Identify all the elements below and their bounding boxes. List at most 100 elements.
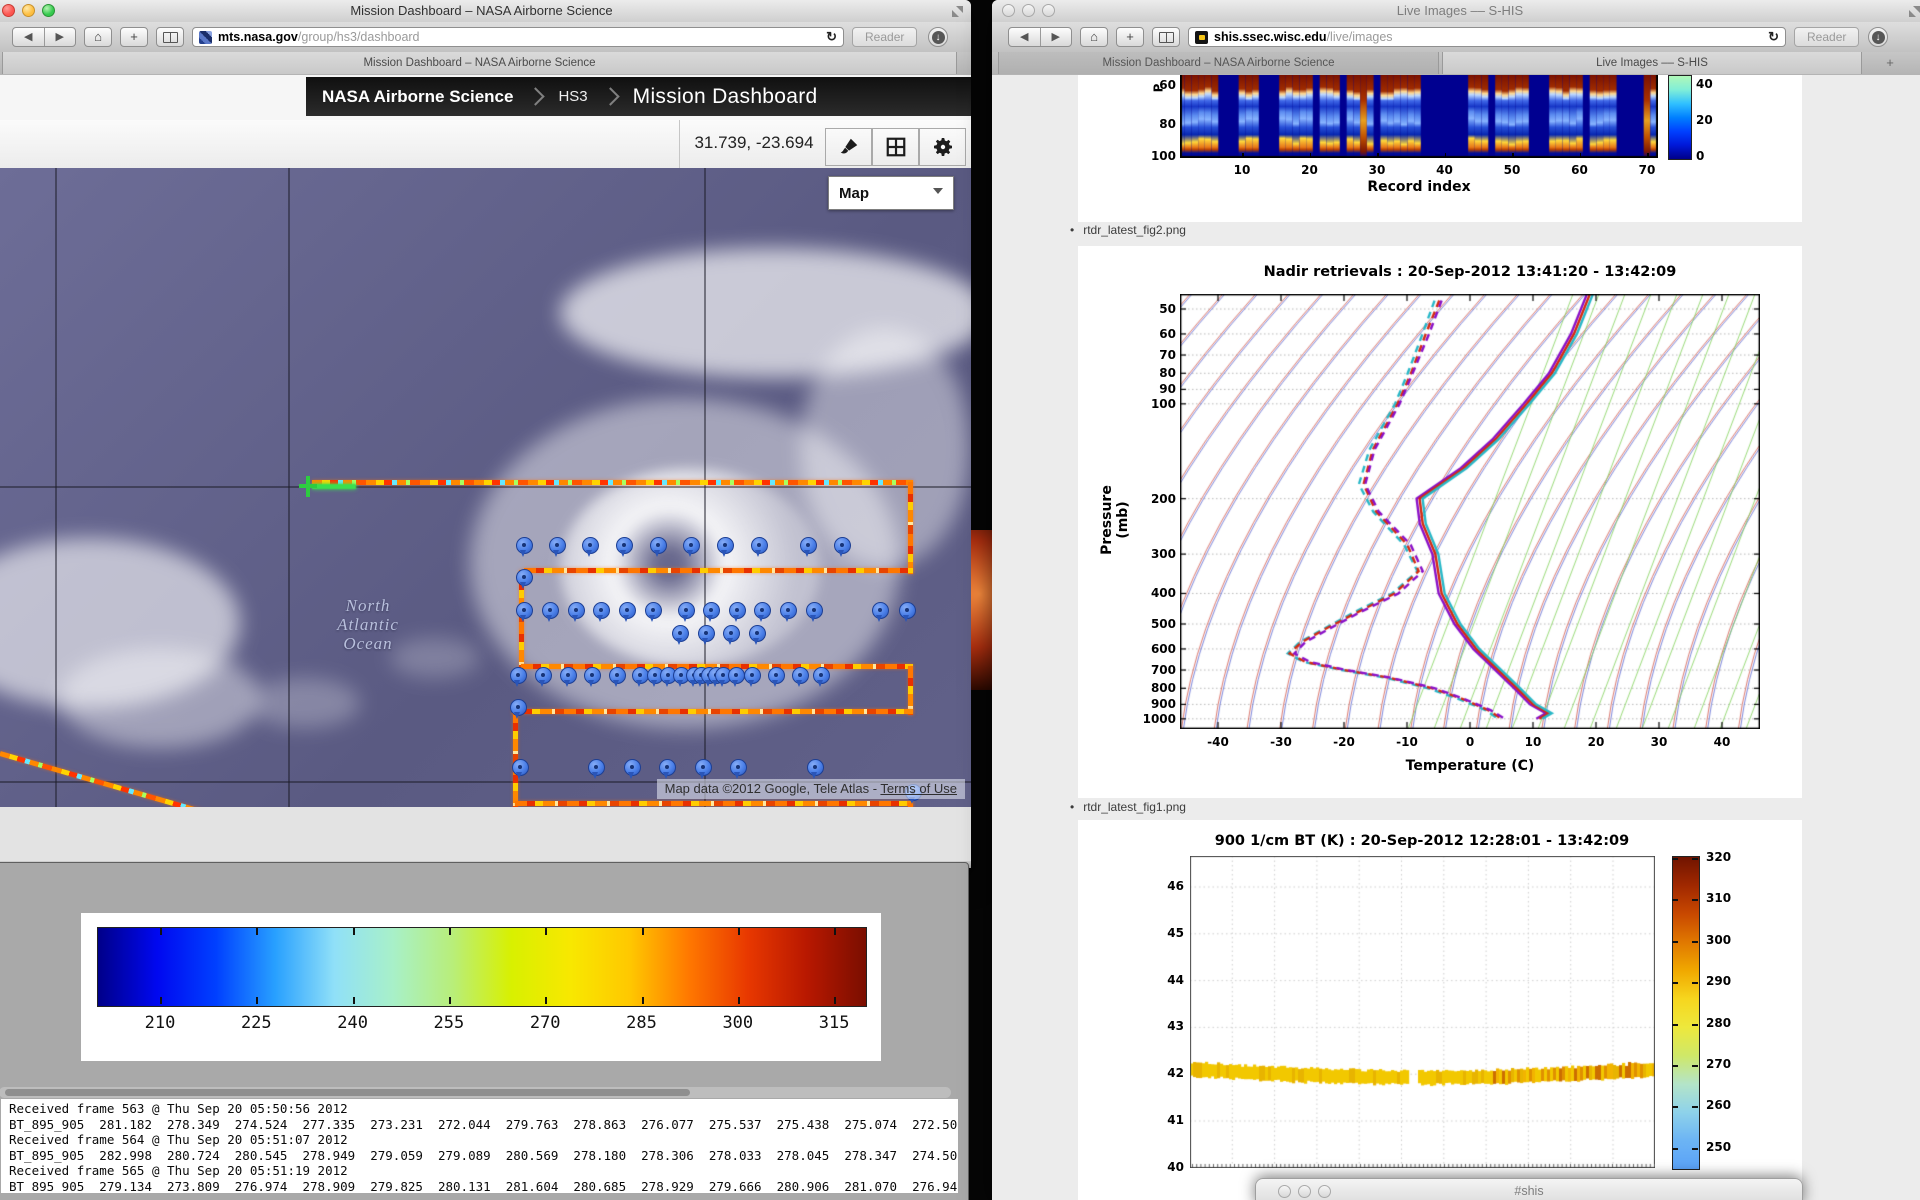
map-pin[interactable]: [723, 625, 740, 642]
new-tab-button[interactable]: +: [1116, 27, 1144, 47]
colorbar-tick-label: 250: [1706, 1140, 1731, 1154]
map-pin[interactable]: [729, 602, 746, 619]
colorbar-tick-label: 270: [1706, 1057, 1731, 1071]
fullscreen-icon[interactable]: [1909, 6, 1920, 17]
map-type-dropdown[interactable]: Map: [828, 176, 954, 210]
map-pin[interactable]: [834, 537, 851, 554]
horizontal-scrollbar[interactable]: [0, 1087, 951, 1098]
tab-live-images[interactable]: Live Images –– S-HIS: [1442, 52, 1862, 74]
address-bar[interactable]: mts.nasa.gov /group/hs3/dashboard ↻: [192, 27, 844, 47]
map-pin[interactable]: [807, 759, 824, 776]
map-pin[interactable]: [584, 667, 601, 684]
map-pin[interactable]: [535, 667, 552, 684]
reader-button[interactable]: Reader: [852, 27, 917, 47]
telemetry-log[interactable]: Received frame 563 @ Thu Sep 20 05:50:56…: [1, 1099, 958, 1193]
map-pin[interactable]: [568, 602, 585, 619]
caption-fig2[interactable]: rtdr_latest_fig2.png: [1083, 223, 1186, 237]
home-button[interactable]: ⌂: [1080, 27, 1108, 47]
back-button[interactable]: ◀: [1009, 28, 1041, 46]
reload-icon[interactable]: ↻: [1768, 29, 1779, 45]
log-line: Received frame 564 @ Thu Sep 20 05:51:07…: [9, 1132, 958, 1148]
map-pin[interactable]: [582, 537, 599, 554]
map-pin[interactable]: [698, 625, 715, 642]
bookmarks-button[interactable]: [156, 27, 184, 47]
map-pin[interactable]: [516, 602, 533, 619]
home-button[interactable]: ⌂: [84, 27, 112, 47]
nav-buttons: ◀ ▶: [12, 27, 76, 47]
colorbar-tick-mark: [1692, 982, 1698, 984]
map-pin[interactable]: [792, 667, 809, 684]
settings-button[interactable]: [919, 128, 966, 166]
colorbar-tick-label: 300: [1706, 933, 1731, 947]
x-tick-label: 10: [1515, 735, 1551, 749]
map-pin[interactable]: [872, 602, 889, 619]
map-pin[interactable]: [749, 625, 766, 642]
map-pin[interactable]: [619, 602, 636, 619]
map-pin[interactable]: [813, 667, 830, 684]
map-pin[interactable]: [560, 667, 577, 684]
right-titlebar[interactable]: Live Images –– S-HIS: [992, 0, 1920, 23]
map-pin[interactable]: [678, 602, 695, 619]
grid-view-button[interactable]: [872, 128, 919, 166]
map-pin[interactable]: [632, 667, 649, 684]
map-pin[interactable]: [780, 602, 797, 619]
forward-button[interactable]: ▶: [1041, 28, 1072, 46]
map-pin[interactable]: [624, 759, 641, 776]
colorbar-tick-label: 40: [1696, 77, 1713, 91]
back-button[interactable]: ◀: [13, 28, 45, 46]
map-pin[interactable]: [542, 602, 559, 619]
map-pin[interactable]: [645, 602, 662, 619]
forward-button[interactable]: ▶: [45, 28, 76, 46]
map-pin[interactable]: [510, 699, 527, 716]
reader-button[interactable]: Reader: [1794, 27, 1859, 47]
map-pin[interactable]: [512, 759, 529, 776]
scrollbar-thumb[interactable]: [5, 1089, 690, 1096]
map-pin[interactable]: [751, 537, 768, 554]
new-tab-button[interactable]: +: [120, 27, 148, 47]
map-pin[interactable]: [659, 759, 676, 776]
chat-window[interactable]: #shis: [1255, 1178, 1803, 1200]
fullscreen-icon[interactable]: [952, 6, 963, 17]
map-pin[interactable]: [899, 602, 916, 619]
colorbar-tick-label: 300: [722, 1013, 753, 1033]
breadcrumb-campaign[interactable]: HS3: [558, 88, 587, 105]
map-pin[interactable]: [768, 667, 785, 684]
bookmarks-button[interactable]: [1152, 27, 1180, 47]
map-pin[interactable]: [672, 625, 689, 642]
map-pin[interactable]: [754, 602, 771, 619]
map-pin[interactable]: [609, 667, 626, 684]
add-tab-button[interactable]: +: [1878, 52, 1902, 74]
map-pin[interactable]: [516, 569, 533, 586]
tab-mission-dashboard[interactable]: Mission Dashboard – NASA Airborne Scienc…: [998, 52, 1439, 74]
map-pin[interactable]: [703, 602, 720, 619]
map-pin[interactable]: [650, 537, 667, 554]
map-pin[interactable]: [588, 759, 605, 776]
address-bar[interactable]: shis.ssec.wisc.edu /live/images ↻: [1188, 27, 1786, 47]
map-pin[interactable]: [616, 537, 633, 554]
map-pin[interactable]: [728, 667, 745, 684]
map-pin[interactable]: [593, 602, 610, 619]
live-images-page[interactable]: P Record index 1020304050607060801000204…: [992, 75, 1920, 1200]
draw-tool-button[interactable]: [825, 128, 872, 166]
terms-of-use-link[interactable]: Terms of Use: [880, 781, 957, 796]
map-pin[interactable]: [510, 667, 527, 684]
map-pin[interactable]: [744, 667, 761, 684]
mission-map[interactable]: NorthAtlanticOcean Map Map data ©2012 Go…: [0, 168, 971, 807]
caption-fig1[interactable]: rtdr_latest_fig1.png: [1083, 800, 1186, 814]
downloads-button[interactable]: ↓: [1868, 27, 1888, 47]
map-pin[interactable]: [800, 537, 817, 554]
downloads-button[interactable]: ↓: [928, 27, 948, 47]
map-pin[interactable]: [695, 759, 712, 776]
breadcrumb-site[interactable]: NASA Airborne Science: [322, 87, 513, 107]
left-titlebar[interactable]: Mission Dashboard – NASA Airborne Scienc…: [0, 0, 971, 23]
reload-icon[interactable]: ↻: [826, 29, 837, 45]
map-pin[interactable]: [730, 759, 747, 776]
map-pin[interactable]: [516, 537, 533, 554]
colorbar-tick-label: 270: [530, 1013, 561, 1033]
map-pin[interactable]: [717, 537, 734, 554]
tab-mission-dashboard[interactable]: Mission Dashboard – NASA Airborne Scienc…: [2, 52, 957, 74]
map-pin[interactable]: [683, 537, 700, 554]
figure-bt-900: 900 1/cm BT (K) : 20-Sep-2012 12:28:01 -…: [1078, 820, 1802, 1200]
map-pin[interactable]: [549, 537, 566, 554]
map-pin[interactable]: [806, 602, 823, 619]
